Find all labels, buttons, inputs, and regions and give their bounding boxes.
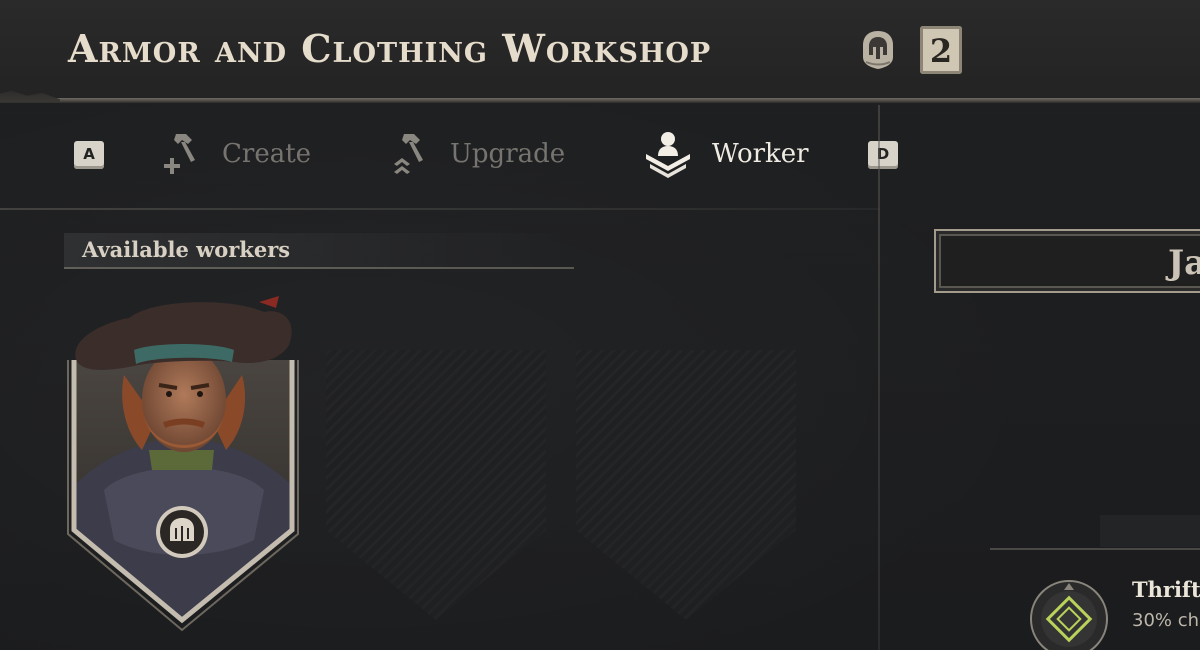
workshop-level-badge: 2 xyxy=(920,26,962,74)
tab-worker-label: Worker xyxy=(712,139,809,169)
header-border xyxy=(0,98,1200,103)
details-separator xyxy=(990,548,1200,550)
tabs-divider xyxy=(0,208,880,210)
tab-create[interactable]: Create xyxy=(162,128,311,180)
hammer-chevrons-icon xyxy=(394,134,423,174)
prev-tab-key: A xyxy=(83,145,95,163)
prev-tab-key-hint[interactable]: A xyxy=(74,141,104,169)
available-workers-header: Available workers xyxy=(64,233,574,269)
perk-description: 30% ch upgrad xyxy=(1132,610,1200,631)
worker-name: Ja xyxy=(1168,243,1200,283)
diamond-perk-icon[interactable] xyxy=(1028,578,1110,650)
details-shade xyxy=(1100,515,1200,547)
hammer-plus-icon xyxy=(164,134,195,174)
workshop-level: 2 xyxy=(929,32,953,70)
workshop-title: Armor and Clothing Workshop xyxy=(68,26,712,71)
worker-card[interactable] xyxy=(64,290,304,635)
worker-icon xyxy=(646,132,690,178)
next-tab-key-hint[interactable]: D xyxy=(868,141,898,169)
empty-worker-slot xyxy=(576,350,796,620)
empty-worker-slot xyxy=(326,350,546,620)
helmet-badge-icon xyxy=(156,506,208,558)
worker-name-banner: Ja xyxy=(934,229,1200,293)
next-tab-key: D xyxy=(876,145,890,163)
perk-name: Thrift xyxy=(1132,577,1200,602)
tab-upgrade-label: Upgrade xyxy=(450,139,566,169)
helmet-emblem-icon xyxy=(863,31,893,69)
tab-upgrade[interactable]: Upgrade xyxy=(390,128,565,180)
workshop-screen: Armor and Clothing Workshop 2 A Create U… xyxy=(0,0,1200,650)
column-divider xyxy=(878,105,880,650)
tab-worker[interactable]: Worker xyxy=(644,128,809,180)
tab-create-label: Create xyxy=(222,139,312,169)
available-workers-title: Available workers xyxy=(82,237,291,262)
worker-hat xyxy=(75,302,292,370)
